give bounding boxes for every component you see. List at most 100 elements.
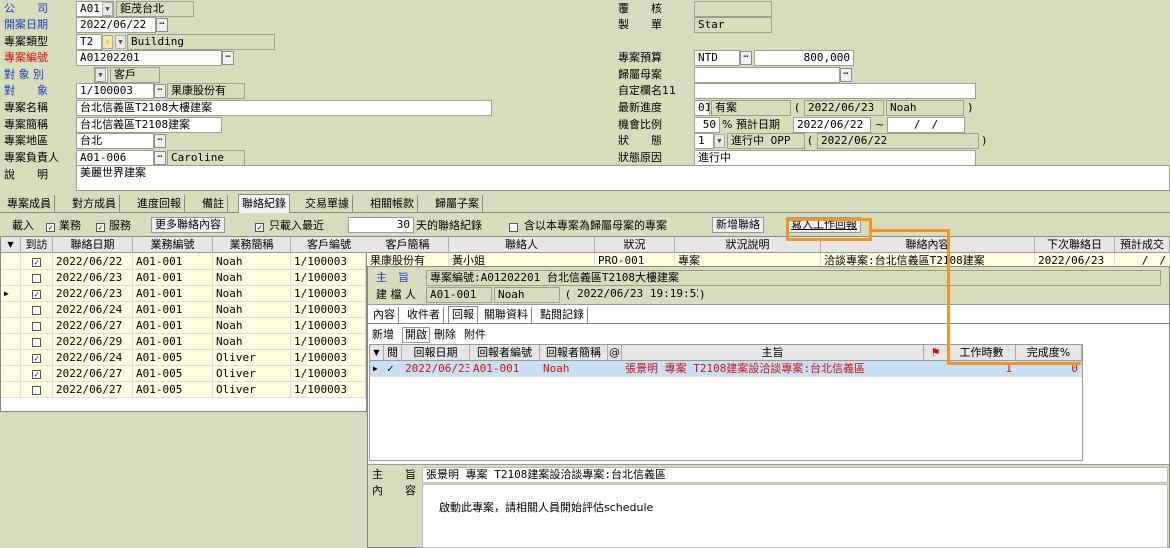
delete-report-button[interactable]: 刪除 <box>434 327 456 343</box>
parent-field[interactable] <box>694 67 840 83</box>
table-row[interactable]: 2022/06/27 A01-001 Noah 1/100003 <box>1 318 366 334</box>
tab-view-log[interactable]: 點閱記錄 <box>537 307 588 323</box>
parent-checkbox[interactable] <box>509 220 518 233</box>
col-visit[interactable]: 到訪 <box>21 237 53 253</box>
tab-related-data[interactable]: 關聯資料 <box>481 307 532 323</box>
add-report-button[interactable]: 新增 <box>372 327 394 343</box>
up-arrow-icon[interactable]: ⇧ <box>102 35 113 49</box>
col-work-hours[interactable]: 工作時數 <box>948 345 1016 361</box>
eta-to-field[interactable]: / / <box>887 117 965 133</box>
open-date-picker-icon[interactable]: ⋯ <box>156 18 168 32</box>
visit-checkbox[interactable] <box>21 318 53 334</box>
only-recent-checkbox[interactable]: ✓ <box>255 220 264 233</box>
col-completion[interactable]: 完成度% <box>1016 345 1082 361</box>
attachment-button[interactable]: 附件 <box>464 327 486 343</box>
party-dropdown-icon[interactable]: ▼ <box>95 68 106 82</box>
tab-members[interactable]: 專案成員 <box>4 195 55 213</box>
status-dropdown-icon[interactable]: ▼ <box>714 134 725 148</box>
col-contact-date[interactable]: 聯絡日期 <box>53 237 133 253</box>
type-code-field[interactable]: T2 <box>76 34 102 50</box>
tab-contact-records[interactable]: 聯絡紀錄 <box>238 194 290 213</box>
type-dropdown-icon[interactable]: ▼ <box>115 35 126 49</box>
budget-currency-field[interactable]: NTD <box>694 50 740 66</box>
table-row[interactable]: ✓ 2022/06/24 A01-005 Oliver 1/100003 <box>1 350 366 366</box>
reason-field[interactable]: 進行中 <box>694 150 976 166</box>
col-report-date[interactable]: 回報日期 <box>402 345 470 361</box>
col-status[interactable]: 狀況 <box>595 237 675 253</box>
table-row[interactable]: 2022/06/29 A01-001 Noah 1/100003 <box>1 334 366 350</box>
target-picker-icon[interactable]: ⋯ <box>154 84 166 98</box>
project-no-picker-icon[interactable]: ⋯ <box>222 51 234 65</box>
col-reporter-name[interactable]: 回報者簡稱 <box>540 345 608 361</box>
review-field <box>694 1 772 17</box>
visit-checkbox[interactable] <box>21 270 53 286</box>
budget-currency-picker-icon[interactable]: ⋯ <box>740 51 752 65</box>
open-date-field[interactable]: 2022/06/22 <box>76 17 156 33</box>
col-contact-person[interactable]: 聯絡人 <box>449 237 595 253</box>
new-contact-button[interactable]: 新增聯絡 <box>712 217 764 233</box>
visit-checkbox[interactable] <box>21 302 53 318</box>
eta-from-field[interactable]: 2022/06/22 <box>793 117 871 133</box>
row-pointer-icon <box>1 254 21 270</box>
desc-field[interactable]: 美麗世界建案 <box>76 165 1170 191</box>
table-row[interactable]: 2022/06/24 A01-001 Noah 1/100003 <box>1 302 366 318</box>
visit-checkbox[interactable]: ✓ <box>21 366 53 382</box>
owner-code-field[interactable]: A01-006 <box>76 150 154 166</box>
days-field[interactable]: 30 <box>348 217 414 233</box>
owner-picker-icon[interactable]: ⋯ <box>154 151 166 165</box>
visit-checkbox[interactable]: ✓ <box>21 254 53 270</box>
table-row[interactable]: 2022/06/27 A01-005 Oliver 1/100003 <box>1 382 366 398</box>
chance-field[interactable]: 50 <box>694 117 720 133</box>
col-reporter-no[interactable]: 回報者編號 <box>470 345 540 361</box>
table-row[interactable]: ▶ ✓ 2022/06/23 A01-001 Noah 1/100003 <box>1 286 366 302</box>
grid-sort-icon[interactable]: ▼ <box>1 237 21 253</box>
col-sales-no[interactable]: 業務編號 <box>133 237 213 253</box>
svc-checkbox[interactable]: ✓ <box>96 220 105 233</box>
tab-sub-projects[interactable]: 歸屬子案 <box>432 195 483 213</box>
tab-counterpart-members[interactable]: 對方成員 <box>69 195 120 213</box>
col-sales-name[interactable]: 業務簡稱 <box>213 237 291 253</box>
open-report-button[interactable]: 開啟 <box>402 327 430 343</box>
biz-checkbox[interactable]: ✓ <box>46 220 55 233</box>
progress-code-field[interactable]: 01 <box>694 100 710 116</box>
table-row[interactable]: 2022/06/23 A01-001 Noah 1/100003 <box>1 270 366 286</box>
table-row[interactable]: ✓ 2022/06/22 A01-001 Noah 1/100003 <box>1 254 366 270</box>
report-sort-icon[interactable]: ▼ <box>370 345 384 361</box>
project-no-field[interactable]: A01202201 <box>76 50 222 66</box>
tab-progress-report[interactable]: 進度回報 <box>134 195 185 213</box>
visit-checkbox[interactable] <box>21 334 53 350</box>
status-code-field[interactable]: 1 <box>694 133 714 149</box>
company-dropdown-icon[interactable]: ▼ <box>102 2 113 16</box>
report-subject-field[interactable]: 張景明 專案 T2108建案設洽談專案:台北信義區 <box>422 467 1168 483</box>
project-name-field[interactable]: 台北信義區T2108大樓建案 <box>76 100 492 116</box>
tab-transactions[interactable]: 交易單據 <box>302 195 353 213</box>
tab-recipients[interactable]: 收件者 <box>404 307 444 323</box>
tab-report[interactable]: 回報 <box>448 306 478 323</box>
target-code-field[interactable]: 1/100003 <box>76 83 154 99</box>
more-content-button[interactable]: 更多聯絡內容 <box>151 217 225 233</box>
report-content-field[interactable]: 啟動此專案，請相關人員開始評估schedule <box>422 484 1168 548</box>
visit-checkbox[interactable]: ✓ <box>21 350 53 366</box>
col-at[interactable]: @ <box>608 345 622 361</box>
tab-related-payments[interactable]: 相關帳款 <box>367 195 418 213</box>
area-picker-icon[interactable]: ⋯ <box>154 134 166 148</box>
col-report-subject[interactable]: 主旨 <box>622 345 924 361</box>
col-expected-deal[interactable]: 預計成交 <box>1115 237 1170 253</box>
custom-field[interactable] <box>694 83 976 99</box>
tab-content[interactable]: 內容 <box>370 307 399 323</box>
area-field[interactable]: 台北 <box>76 133 154 149</box>
col-customer-short[interactable]: 客戶簡稱 <box>367 237 449 253</box>
cell[interactable]: ✓ <box>384 361 402 377</box>
visit-checkbox[interactable] <box>21 382 53 398</box>
col-next-contact[interactable]: 下次聯絡日 <box>1035 237 1115 253</box>
parent-picker-icon[interactable]: ⋯ <box>840 68 852 82</box>
col-customer-no[interactable]: 客戶編號 <box>291 237 368 253</box>
tab-notes[interactable]: 備註 <box>199 195 228 213</box>
budget-field[interactable]: 800,000 <box>754 50 854 66</box>
flag-icon[interactable]: ⚑ <box>924 345 948 361</box>
project-short-field[interactable]: 台北信義區T2108建案 <box>76 117 222 133</box>
visit-checkbox[interactable]: ✓ <box>21 286 53 302</box>
cell: 1/100003 <box>291 382 366 398</box>
col-read[interactable]: 閱 <box>384 345 402 361</box>
table-row[interactable]: ✓ 2022/06/27 A01-005 Oliver 1/100003 <box>1 366 366 382</box>
